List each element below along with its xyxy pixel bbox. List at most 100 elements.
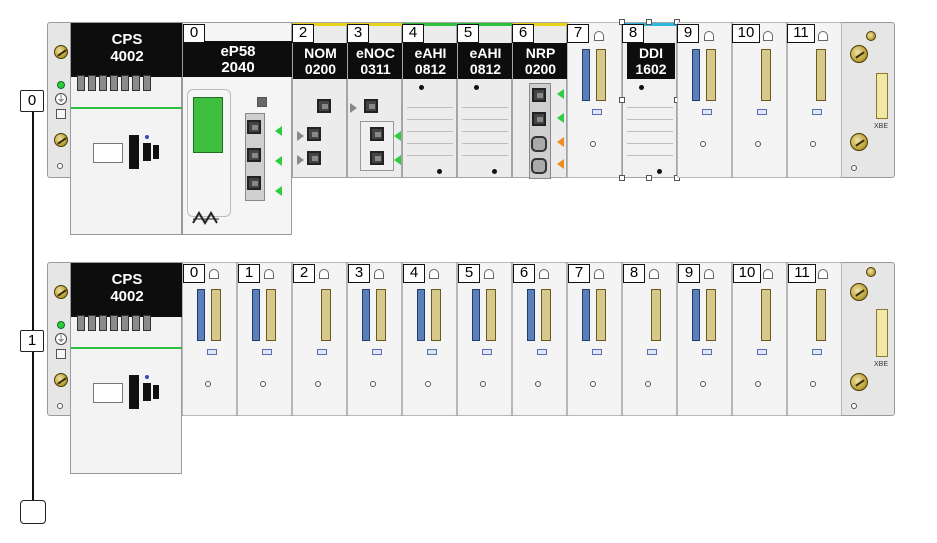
screw-icon bbox=[850, 373, 868, 391]
rack-1-slot-10[interactable] bbox=[732, 262, 787, 416]
label-slot bbox=[757, 109, 767, 115]
fiber-port-icon[interactable] bbox=[531, 158, 547, 174]
module-model: 0812 bbox=[469, 61, 502, 77]
link-led-icon bbox=[557, 113, 564, 123]
rack-1-slot-4[interactable] bbox=[402, 262, 457, 416]
module-slot-11[interactable] bbox=[787, 22, 842, 178]
module-slot-10[interactable] bbox=[732, 22, 787, 178]
module-slot-7[interactable] bbox=[567, 22, 622, 178]
rack-1-slot-6[interactable] bbox=[512, 262, 567, 416]
cpu-model: 2040 bbox=[221, 59, 255, 76]
slot-number-5: 5 bbox=[457, 24, 479, 43]
ethernet-port-icon[interactable] bbox=[364, 99, 378, 113]
power-supply-name: CPS bbox=[111, 271, 143, 288]
module-name: NRP bbox=[525, 45, 556, 61]
xbe-label: XBE bbox=[874, 123, 889, 130]
module-name: NOM bbox=[304, 45, 337, 61]
connector-icon bbox=[706, 289, 716, 341]
mount-hole bbox=[57, 163, 63, 169]
link-led-icon bbox=[557, 159, 564, 169]
module-nrp[interactable]: NRP 0200 bbox=[512, 22, 568, 179]
rack-1-slot-7[interactable] bbox=[567, 262, 622, 416]
status-led bbox=[57, 321, 65, 329]
selection-handle-icon[interactable] bbox=[619, 97, 625, 103]
module-enoc[interactable]: eNOC 0311 bbox=[347, 22, 403, 178]
slot-number-10: 10 bbox=[732, 24, 760, 43]
selection-handle-icon[interactable] bbox=[619, 175, 625, 181]
connector-icon bbox=[252, 289, 260, 341]
slot-number-3: 3 bbox=[347, 24, 369, 43]
rack-index-1[interactable]: 1 bbox=[20, 330, 44, 352]
ethernet-port-icon[interactable] bbox=[247, 120, 261, 134]
module-model: 0200 bbox=[524, 61, 557, 77]
link-led-icon bbox=[297, 131, 304, 141]
power-supply-model: 4002 bbox=[110, 288, 144, 305]
connector-icon bbox=[321, 289, 331, 341]
module-model: 0311 bbox=[360, 61, 391, 77]
rack-1-slot-9[interactable] bbox=[677, 262, 732, 416]
module-name: eNOC bbox=[356, 45, 395, 61]
ethernet-port-icon[interactable] bbox=[247, 148, 261, 162]
xbe-label: XBE bbox=[874, 361, 889, 368]
selection-handle-icon[interactable] bbox=[646, 19, 652, 25]
connector-icon bbox=[692, 49, 700, 101]
ethernet-port-icon[interactable] bbox=[532, 112, 546, 126]
slot-number-0: 0 bbox=[183, 24, 205, 43]
ethernet-port-icon[interactable] bbox=[370, 151, 384, 165]
connector-icon bbox=[527, 289, 535, 341]
rack-1-slot-5[interactable] bbox=[457, 262, 512, 416]
module-eahi-5[interactable]: eAHI 0812 bbox=[457, 22, 513, 178]
mount-hole bbox=[851, 165, 857, 171]
rack-bus-line bbox=[32, 90, 34, 502]
selection-handle-icon[interactable] bbox=[646, 175, 652, 181]
rack-0-power-supply[interactable]: CPS 4002 bbox=[70, 22, 183, 235]
connector-icon bbox=[431, 289, 441, 341]
mount-hole bbox=[755, 141, 761, 147]
slot-number-8: 8 bbox=[623, 264, 645, 283]
ethernet-port-icon[interactable] bbox=[532, 88, 546, 102]
link-led-icon bbox=[350, 103, 357, 113]
module-ddi[interactable]: DDI 1602 bbox=[622, 22, 678, 178]
module-vent-grill bbox=[627, 97, 673, 167]
status-dot bbox=[419, 85, 424, 90]
power-supply-name: CPS bbox=[111, 31, 143, 48]
rack-1-slot-3[interactable] bbox=[347, 262, 402, 416]
xbe-connector bbox=[876, 73, 888, 119]
ethernet-port-icon[interactable] bbox=[307, 151, 321, 165]
rack-index-0[interactable]: 0 bbox=[20, 90, 44, 112]
terminal-connector-icon bbox=[123, 131, 163, 173]
mount-hole bbox=[57, 403, 63, 409]
ethernet-port-icon[interactable] bbox=[307, 127, 321, 141]
rack-1-slot-2[interactable] bbox=[292, 262, 347, 416]
module-header: eAHI 0812 bbox=[403, 43, 458, 79]
link-led-icon bbox=[394, 155, 401, 165]
link-led-icon bbox=[557, 137, 564, 147]
ethernet-port-icon[interactable] bbox=[317, 99, 331, 113]
rack-1-slot-1[interactable] bbox=[237, 262, 292, 416]
power-status-bar bbox=[71, 347, 183, 349]
screw-icon bbox=[54, 133, 68, 147]
latch-icon bbox=[704, 31, 714, 41]
ethernet-port-icon[interactable] bbox=[247, 176, 261, 190]
slot-number-11: 11 bbox=[788, 264, 816, 283]
module-eahi-4[interactable]: eAHI 0812 bbox=[402, 22, 458, 178]
add-rack-placeholder[interactable] bbox=[20, 500, 46, 524]
connector-icon bbox=[596, 49, 606, 101]
ground-symbol-icon: ⏚ bbox=[55, 93, 67, 105]
rack-1-slot-0[interactable] bbox=[182, 262, 237, 416]
module-header: eNOC 0311 bbox=[348, 43, 403, 79]
rack-1-slot-8[interactable] bbox=[622, 262, 677, 416]
module-slot-9[interactable] bbox=[677, 22, 732, 178]
cpu-module[interactable]: eP58 2040 bbox=[182, 22, 293, 235]
rack-1-slot-11[interactable] bbox=[787, 262, 842, 416]
rack-1-power-supply[interactable]: CPS 4002 bbox=[70, 262, 183, 474]
ethernet-port-icon[interactable] bbox=[370, 127, 384, 141]
screw-icon bbox=[850, 283, 868, 301]
status-dot bbox=[437, 169, 442, 174]
screw-icon bbox=[850, 45, 868, 63]
slot-number-9: 9 bbox=[677, 24, 699, 43]
fiber-port-icon[interactable] bbox=[531, 136, 547, 152]
connector-icon bbox=[651, 289, 661, 341]
module-nom[interactable]: NOM 0200 bbox=[292, 22, 348, 178]
module-model: 0812 bbox=[414, 61, 447, 77]
